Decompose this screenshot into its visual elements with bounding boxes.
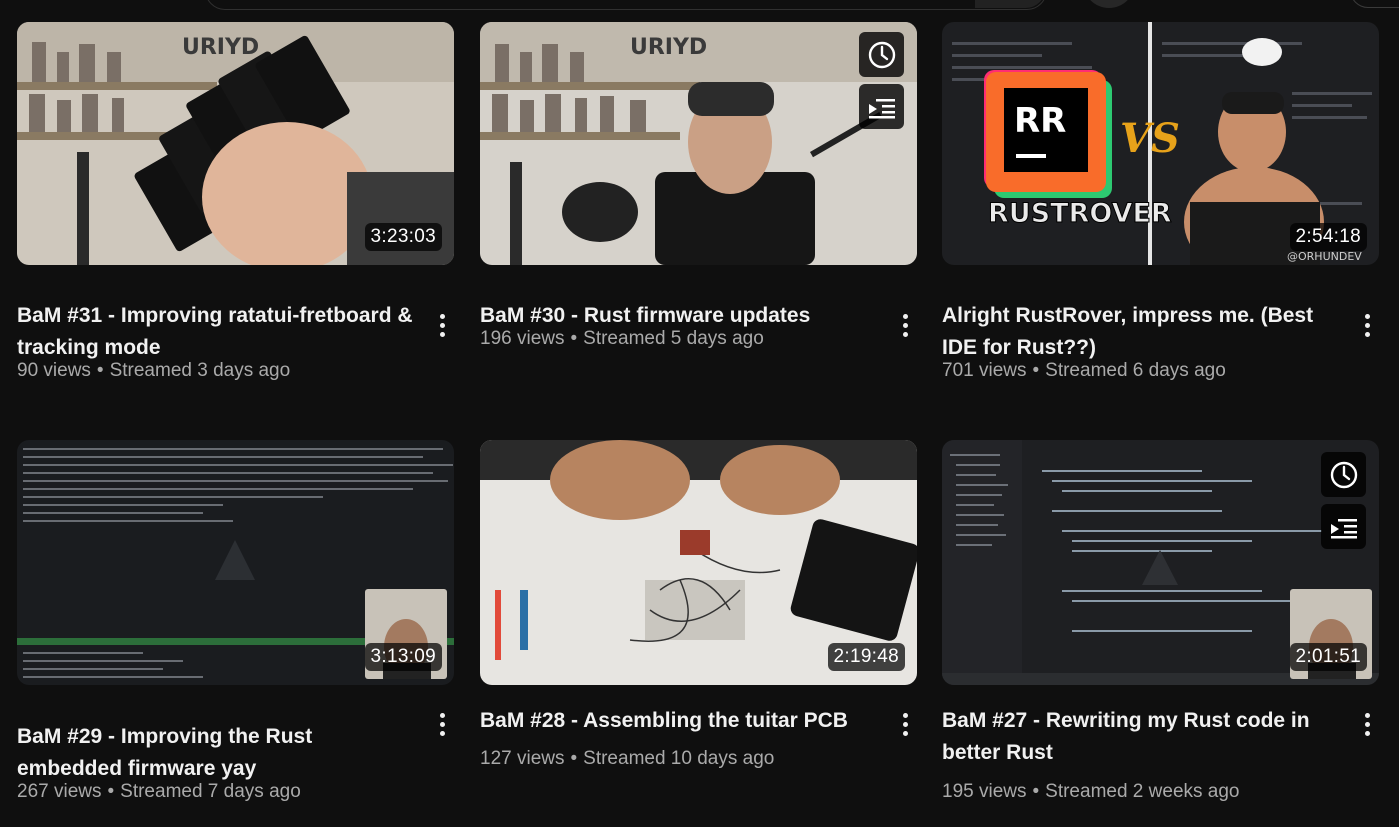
duration-badge: 3:23:03 xyxy=(364,223,442,251)
video-thumbnail[interactable]: 3:13:09 xyxy=(17,440,454,685)
video-title[interactable]: BaM #28 - Assembling the tuitar PCB xyxy=(480,705,880,737)
add-to-queue-button[interactable] xyxy=(859,84,904,129)
video-thumbnail[interactable]: RR VS RUSTROVER @ORHUNDEV 2:54:18 xyxy=(942,22,1379,265)
queue-icon xyxy=(868,98,895,118)
separator-dot: • xyxy=(107,781,115,802)
video-metadata: 90 views • Streamed 3 days ago xyxy=(17,360,290,382)
queue-icon xyxy=(1330,518,1357,538)
rustrover-text: RUSTROVER xyxy=(988,198,1172,229)
video-card[interactable]: 3:13:09 BaM #29 - Improving the Rust emb… xyxy=(17,440,454,802)
video-card[interactable]: RR VS RUSTROVER @ORHUNDEV 2:54:18 Alrigh… xyxy=(942,22,1379,381)
video-card[interactable]: URIYD BaM #30 - Rust firmware updates 19… xyxy=(480,22,917,349)
view-count: 90 views xyxy=(17,360,91,381)
video-thumbnail[interactable]: 2:19:48 xyxy=(480,440,917,685)
video-metadata: 195 views • Streamed 2 weeks ago xyxy=(942,781,1240,803)
vs-text: VS xyxy=(1120,115,1180,162)
more-actions-icon[interactable] xyxy=(1355,307,1379,343)
logo-text: URIYD xyxy=(630,35,707,60)
header-pill-button[interactable] xyxy=(1350,0,1399,8)
view-count: 701 views xyxy=(942,360,1027,381)
search-box[interactable] xyxy=(205,0,1047,10)
stream-date: Streamed 5 days ago xyxy=(583,328,764,349)
separator-dot: • xyxy=(1032,360,1040,381)
view-count: 196 views xyxy=(480,328,565,349)
watch-later-button[interactable] xyxy=(859,32,904,77)
add-to-queue-button[interactable] xyxy=(1321,504,1366,549)
video-thumbnail[interactable]: 2:01:51 xyxy=(942,440,1379,685)
clock-icon xyxy=(1330,461,1357,488)
separator-dot: • xyxy=(570,748,578,769)
video-thumbnail[interactable]: URIYD 3:23:03 xyxy=(17,22,454,265)
video-title[interactable]: BaM #31 - Improving ratatui-fretboard & … xyxy=(17,300,417,364)
separator-dot: • xyxy=(1032,781,1040,802)
more-actions-icon[interactable] xyxy=(1355,706,1379,742)
watermark-text: @ORHUNDEV xyxy=(1287,250,1362,263)
duration-badge: 3:13:09 xyxy=(364,643,442,671)
video-title[interactable]: BaM #27 - Rewriting my Rust code in bett… xyxy=(942,705,1332,769)
duration-badge: 2:54:18 xyxy=(1289,223,1367,251)
video-metadata: 127 views • Streamed 10 days ago xyxy=(480,748,774,770)
video-title[interactable]: BaM #29 - Improving the Rust embedded fi… xyxy=(17,721,417,785)
more-actions-icon[interactable] xyxy=(893,706,917,742)
logo-text: URIYD xyxy=(182,35,259,60)
view-count: 127 views xyxy=(480,748,565,769)
video-metadata: 267 views • Streamed 7 days ago xyxy=(17,781,301,803)
video-thumbnail[interactable]: URIYD xyxy=(480,22,917,265)
masthead-fragment xyxy=(0,0,1399,10)
duration-badge: 2:01:51 xyxy=(1289,643,1367,671)
video-metadata: 701 views • Streamed 6 days ago xyxy=(942,360,1226,382)
more-actions-icon[interactable] xyxy=(430,706,454,742)
view-count: 267 views xyxy=(17,781,102,802)
video-card[interactable]: 2:19:48 BaM #28 - Assembling the tuitar … xyxy=(480,440,917,769)
separator-dot: • xyxy=(96,360,104,381)
separator-dot: • xyxy=(570,328,578,349)
more-actions-icon[interactable] xyxy=(430,307,454,343)
stream-date: Streamed 2 weeks ago xyxy=(1045,781,1240,802)
clock-icon xyxy=(868,41,895,68)
stream-date: Streamed 6 days ago xyxy=(1045,360,1226,381)
video-metadata: 196 views • Streamed 5 days ago xyxy=(480,328,764,350)
stream-date: Streamed 3 days ago xyxy=(109,360,291,381)
video-card[interactable]: 2:01:51 BaM #27 - Rewriting my Rust code… xyxy=(942,440,1379,802)
stream-date: Streamed 10 days ago xyxy=(583,748,775,769)
video-title[interactable]: Alright RustRover, impress me. (Best IDE… xyxy=(942,300,1332,364)
stream-date: Streamed 7 days ago xyxy=(120,781,301,802)
view-count: 195 views xyxy=(942,781,1027,802)
watch-later-button[interactable] xyxy=(1321,452,1366,497)
rr-logo-text: RR xyxy=(1014,101,1066,141)
duration-badge: 2:19:48 xyxy=(827,643,905,671)
voice-search-button[interactable] xyxy=(1083,0,1135,8)
video-card[interactable]: URIYD 3:23:03 BaM #31 - Improving ratatu… xyxy=(17,22,454,381)
more-actions-icon[interactable] xyxy=(893,307,917,343)
